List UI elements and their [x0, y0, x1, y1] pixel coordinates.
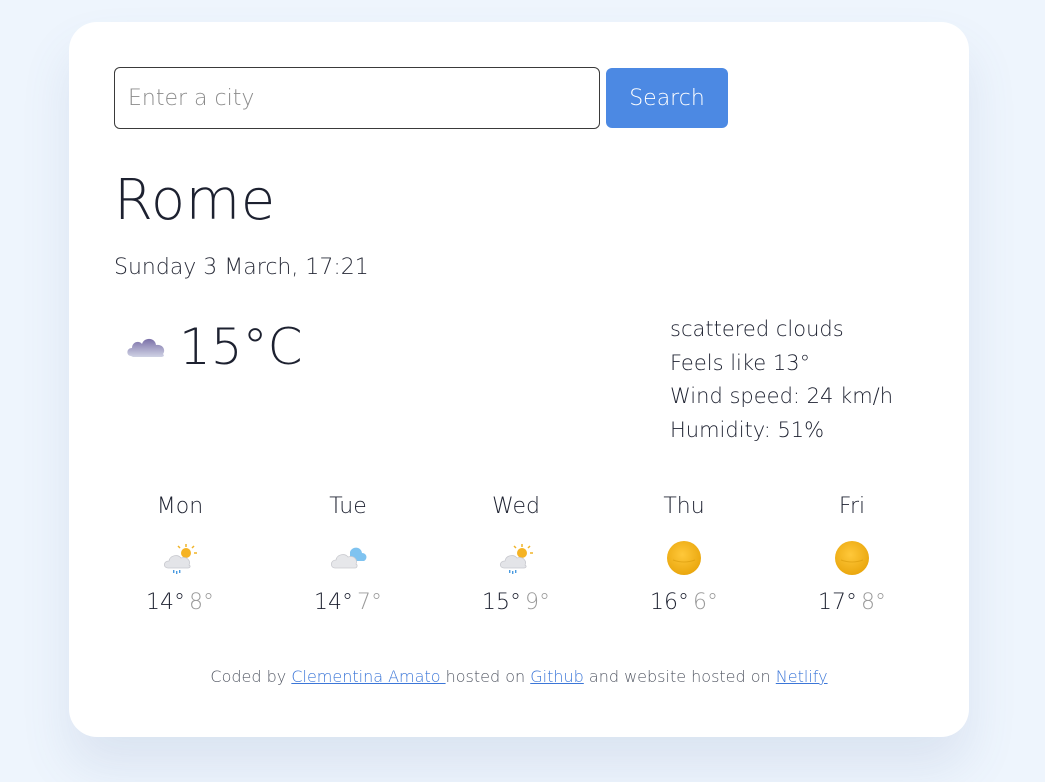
weather-description: scattered clouds: [670, 317, 844, 341]
feels-like: Feels like 13°: [670, 350, 811, 375]
sun-cloud-rain-icon: [163, 544, 197, 574]
forecast-min-temp: 6°: [693, 590, 718, 615]
forecast-min-temp: 9°: [525, 590, 550, 615]
forecast-min-temp: 8°: [861, 590, 886, 615]
forecast-day-name: Tue: [329, 494, 367, 519]
footer-middle2: and website hosted on: [583, 667, 776, 686]
wind-speed: Wind speed: 24 km/h: [670, 384, 894, 408]
current-weather: 15°C: [125, 318, 303, 376]
forecast-day: Wed 15° 9°: [432, 494, 600, 615]
forecast-day-name: Thu: [663, 494, 705, 519]
forecast-day-name: Mon: [156, 494, 204, 519]
forecast-temps: 17° 8°: [818, 590, 886, 615]
forecast-max-temp: 17°: [818, 590, 857, 615]
forecast-temps: 14° 8°: [146, 590, 214, 615]
author-link[interactable]: Clementina Amato: [291, 667, 445, 686]
netlify-link[interactable]: Netlify: [776, 667, 828, 686]
city-name: Rome: [114, 168, 276, 233]
forecast-day: Tue 14° 7°: [264, 494, 432, 615]
forecast-day: Mon 14° 8°: [96, 494, 264, 615]
footer-prefix: Coded by: [210, 667, 292, 686]
forecast-day: Thu 16° 6°: [600, 494, 768, 615]
github-link[interactable]: Github: [530, 667, 584, 686]
weather-card: Search Rome Sunday 3 March, 17:21 15°C s…: [69, 22, 969, 737]
sun-cloud-icon: [330, 547, 367, 569]
search-input[interactable]: [114, 67, 600, 129]
footer: Coded by Clementina Amato hosted on Gith…: [69, 667, 969, 686]
search-button[interactable]: Search: [606, 68, 728, 128]
forecast-max-temp: 16°: [650, 590, 689, 615]
search-form: Search: [114, 67, 728, 129]
forecast-day: Fri 17° 8°: [768, 494, 936, 615]
forecast-temps: 14° 7°: [314, 590, 382, 615]
sun-cloud-rain-icon: [499, 544, 533, 574]
forecast-min-temp: 8°: [189, 590, 214, 615]
forecast-max-temp: 14°: [146, 590, 185, 615]
sun-icon: [667, 541, 701, 575]
forecast-max-temp: 15°: [482, 590, 521, 615]
forecast-temps: 15° 9°: [482, 590, 550, 615]
forecast-temps: 16° 6°: [650, 590, 718, 615]
humidity: Humidity: 51%: [670, 417, 825, 442]
weather-details: scattered clouds Feels like 13° Wind spe…: [670, 313, 893, 447]
forecast-max-temp: 14°: [314, 590, 353, 615]
current-temperature: 15°C: [179, 318, 303, 376]
sun-icon: [835, 541, 869, 575]
forecast-min-temp: 7°: [357, 590, 382, 615]
forecast: Mon 14° 8° Tue 14° 7° Wed 15° 9° Thu 16°…: [96, 494, 936, 615]
current-date: Sunday 3 March, 17:21: [114, 255, 369, 280]
forecast-day-name: Fri: [838, 494, 866, 519]
forecast-day-name: Wed: [492, 494, 540, 519]
footer-middle: hosted on: [445, 667, 531, 686]
cloud-icon: [127, 338, 165, 357]
